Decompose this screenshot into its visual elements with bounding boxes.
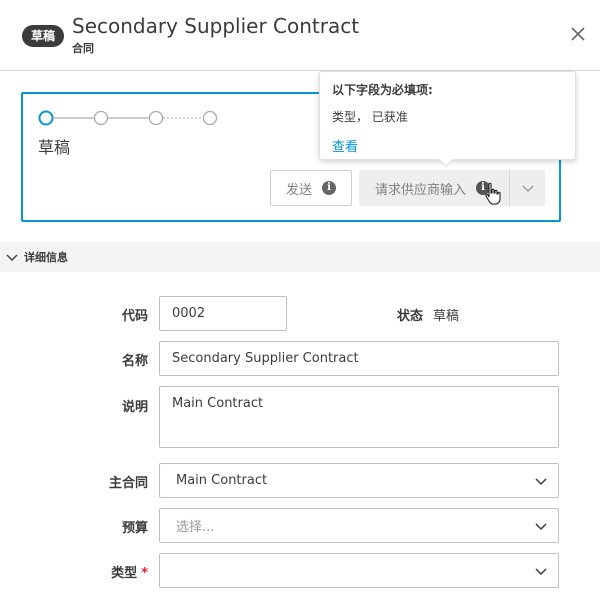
name-value: Secondary Supplier Contract <box>172 351 359 366</box>
step-2-dot <box>93 110 109 126</box>
chevron-down-icon <box>522 185 533 192</box>
send-button[interactable]: 发送 i <box>270 170 352 206</box>
hand-cursor-icon <box>484 182 502 206</box>
request-button-label: 请求供应商输入 <box>375 182 467 198</box>
status-value: 草稿 <box>433 309 460 324</box>
type-label: 类型 <box>111 566 138 581</box>
step-3-dot <box>148 110 164 126</box>
step-1-dot <box>38 110 54 126</box>
step-4-dot <box>202 110 218 126</box>
status-badge: 草稿 <box>22 25 65 47</box>
name-label: 名称 <box>121 354 148 369</box>
type-select[interactable] <box>159 553 559 588</box>
required-fields-tooltip: 以下字段为必填项: 类型， 已获准 查看 <box>319 71 576 168</box>
current-step-label: 草稿 <box>38 138 71 157</box>
page-subtitle: 合同 <box>72 42 94 55</box>
description-value: Main Contract <box>172 396 264 411</box>
name-field[interactable]: Secondary Supplier Contract <box>159 341 559 376</box>
master-contract-select[interactable]: Main Contract <box>159 463 559 498</box>
status-label: 状态 <box>397 309 424 324</box>
budget-label: 预算 <box>121 521 148 536</box>
tooltip-body: 类型， 已获准 <box>332 110 408 124</box>
page-title: Secondary Supplier Contract <box>72 14 360 38</box>
master-contract-value: Main Contract <box>176 473 268 488</box>
section-title: 详细信息 <box>24 251 68 264</box>
code-field[interactable]: 0002 <box>159 296 287 331</box>
code-label: 代码 <box>121 309 148 324</box>
required-marker: * <box>141 566 148 581</box>
master-contract-label: 主合同 <box>108 476 148 491</box>
send-button-label: 发送 <box>285 182 312 198</box>
budget-select[interactable]: 选择... <box>159 508 559 543</box>
close-icon[interactable] <box>566 22 590 46</box>
tooltip-view-link[interactable]: 查看 <box>332 136 358 155</box>
dialog-header: 草稿 Secondary Supplier Contract 合同 <box>0 0 600 71</box>
chevron-down-icon <box>535 477 547 485</box>
more-actions-dropdown[interactable] <box>509 170 545 206</box>
budget-placeholder: 选择... <box>176 520 215 535</box>
workflow-stepper <box>37 108 227 128</box>
info-icon: i <box>322 181 336 195</box>
description-label: 说明 <box>121 400 148 415</box>
tooltip-heading: 以下字段为必填项: <box>332 83 433 97</box>
code-value: 0002 <box>172 306 206 321</box>
chevron-down-icon <box>535 522 547 530</box>
description-field[interactable]: Main Contract <box>159 386 559 448</box>
chevron-down-icon <box>535 567 547 575</box>
type-label-wrap: 类型 * <box>68 562 148 581</box>
details-section-toggle[interactable]: 详细信息 <box>0 242 600 272</box>
chevron-down-icon <box>6 254 18 261</box>
